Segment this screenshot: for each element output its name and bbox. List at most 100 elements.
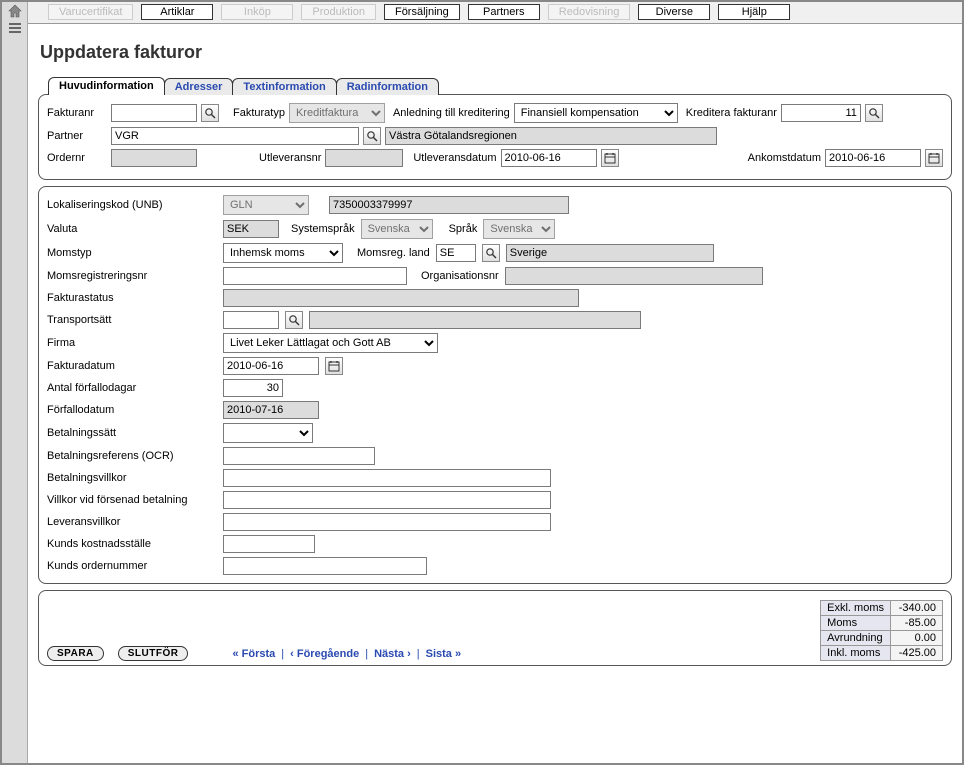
lokaliseringskod-label: Lokaliseringskod (UNB) [47,199,217,211]
momstyp-label: Momstyp [47,247,217,259]
pager-last[interactable]: Sista » [426,648,461,660]
leveransvillkor-input[interactable] [223,513,551,531]
left-toolbar [2,2,28,763]
kunds-ordernr-label: Kunds ordernummer [47,560,217,572]
menu-forsaljning[interactable]: Försäljning [384,4,460,20]
fakturadatum-calendar-button[interactable] [325,357,343,375]
firma-select[interactable]: Livet Leker Lättlagat och Gott AB [223,333,438,353]
partner-name-display: Västra Götalandsregionen [385,127,717,145]
total-value: -85.00 [891,616,943,631]
kreditera-fakturanr-input[interactable] [781,104,861,122]
pager-prev[interactable]: ‹ Föregående [290,648,359,660]
fakturadatum-input[interactable] [223,357,319,375]
utleveransnr-label: Utleveransnr [259,152,321,164]
pager-next[interactable]: Nästa › [374,648,411,660]
kreditera-label: Kreditera fakturanr [686,107,777,119]
kostnadsstalle-label: Kunds kostnadsställe [47,538,217,550]
search-icon [204,107,216,119]
kunds-ordernr-input[interactable] [223,557,427,575]
tab-radinformation[interactable]: Radinformation [336,78,439,95]
total-label: Moms [821,616,891,631]
fakturatyp-select: Kreditfaktura [289,103,385,123]
ocr-input[interactable] [223,447,375,465]
ocr-label: Betalningsreferens (OCR) [47,450,217,462]
ankomstdatum-input[interactable] [825,149,921,167]
utleveransnr-display [325,149,403,167]
tab-adresser[interactable]: Adresser [164,78,234,95]
momstyp-select[interactable]: Inhemsk moms [223,243,343,263]
ordernr-display [111,149,197,167]
save-button[interactable]: SPARA [47,646,104,661]
kostnadsstalle-input[interactable] [223,535,315,553]
fakturastatus-display [223,289,579,307]
total-value: -425.00 [891,646,943,661]
finish-button[interactable]: SLUTFÖR [118,646,189,661]
systemsprak-label: Systemspråk [291,223,355,235]
menubar: Varucertifikat Artiklar Inköp Produktion… [28,2,962,24]
anledning-select[interactable]: Finansiell kompensation [514,103,678,123]
total-label: Inkl. moms [821,646,891,661]
total-row-moms: Moms -85.00 [821,616,943,631]
fakturadatum-label: Fakturadatum [47,360,217,372]
forsenad-input[interactable] [223,491,551,509]
page-title: Uppdatera fakturor [40,42,952,63]
utleveransdatum-input[interactable] [501,149,597,167]
panel-header: Fakturanr Fakturatyp Kreditfaktura Anled… [38,94,952,180]
momsregnr-label: Momsregistreringsnr [47,270,217,282]
momsregnr-input[interactable] [223,267,407,285]
tab-row: Huvudinformation Adresser Textinformatio… [48,77,952,95]
antal-forfallodagar-input[interactable] [223,379,283,397]
valuta-display: SEK [223,220,279,238]
utleveransdatum-calendar-button[interactable] [601,149,619,167]
pager-sep: | [417,648,420,660]
fakturanr-input[interactable] [111,104,197,122]
tab-huvudinformation[interactable]: Huvudinformation [48,77,165,95]
partner-code-input[interactable] [111,127,359,145]
pager: « Första | ‹ Föregående | Nästa › | Sist… [232,648,461,660]
menu-artiklar[interactable]: Artiklar [141,4,213,20]
orgnr-display [505,267,763,285]
fakturanr-lookup-button[interactable] [201,104,219,122]
ankomstdatum-calendar-button[interactable] [925,149,943,167]
menu-hjalp[interactable]: Hjälp [718,4,790,20]
menu-icon[interactable] [8,22,22,34]
total-value: 0.00 [891,631,943,646]
utleveransdatum-label: Utleveransdatum [413,152,496,164]
anledning-label: Anledning till kreditering [393,107,510,119]
forfallodatum-label: Förfallodatum [47,404,217,416]
sprak-select: Svenska [483,219,555,239]
menu-partners[interactable]: Partners [468,4,540,20]
pager-first[interactable]: « Första [232,648,275,660]
search-icon [288,314,300,326]
total-label: Exkl. moms [821,601,891,616]
pager-sep: | [281,648,284,660]
transportsatt-name-display [309,311,641,329]
partner-label: Partner [47,130,107,142]
calendar-icon [604,152,616,164]
calendar-icon [328,360,340,372]
menu-redovisning: Redovisning [548,4,631,20]
panel-main: Lokaliseringskod (UNB) GLN 7350003379997… [38,186,952,584]
betalningsvillkor-input[interactable] [223,469,551,487]
menu-inkop: Inköp [221,4,293,20]
tab-textinformation[interactable]: Textinformation [232,78,336,95]
momsregland-code-input[interactable] [436,244,476,262]
home-icon[interactable] [7,4,23,18]
partner-lookup-button[interactable] [363,127,381,145]
panel-footer: SPARA SLUTFÖR « Första | ‹ Föregående | … [38,590,952,666]
transportsatt-code-input[interactable] [223,311,279,329]
lokaliseringskod-type-select: GLN [223,195,309,215]
betalningssatt-select[interactable] [223,423,313,443]
menu-diverse[interactable]: Diverse [638,4,710,20]
kreditera-lookup-button[interactable] [865,104,883,122]
app-window: Varucertifikat Artiklar Inköp Produktion… [0,0,964,765]
orgnr-label: Organisationsnr [421,270,499,282]
search-icon [366,130,378,142]
total-row-avrund: Avrundning 0.00 [821,631,943,646]
ordernr-label: Ordernr [47,152,107,164]
betalningssatt-label: Betalningssätt [47,427,217,439]
lokaliseringskod-display: 7350003379997 [329,196,569,214]
momsregland-lookup-button[interactable] [482,244,500,262]
transportsatt-lookup-button[interactable] [285,311,303,329]
antal-forfallodagar-label: Antal förfallodagar [47,382,217,394]
